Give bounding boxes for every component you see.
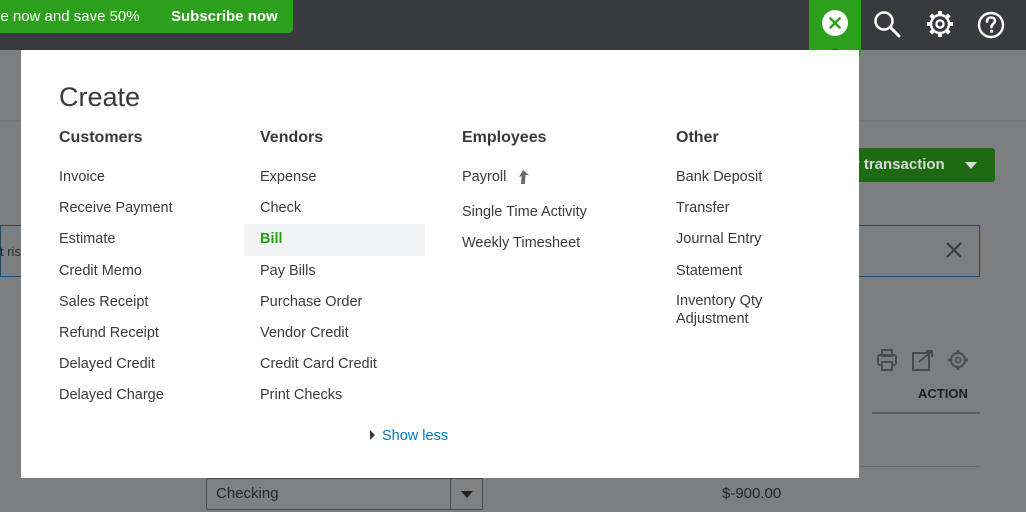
create-receive-payment-link[interactable]: Receive Payment: [59, 193, 173, 224]
column-heading-customers: Customers: [59, 129, 143, 146]
create-credit-card-credit-link[interactable]: Credit Card Credit: [260, 349, 425, 380]
create-bill-link[interactable]: Bill: [244, 224, 425, 256]
account-select-value: Checking: [216, 485, 279, 502]
row-divider: [860, 466, 980, 467]
close-create-menu-tab[interactable]: [809, 0, 861, 55]
chevron-down-icon: [965, 162, 977, 169]
create-statement-link[interactable]: Statement: [676, 256, 796, 287]
action-column-header: ACTION: [918, 386, 968, 401]
create-invoice-link[interactable]: Invoice: [59, 162, 173, 193]
create-check-link[interactable]: Check: [260, 193, 425, 224]
create-menu-modal: Create Customers Invoice Receive Payment…: [21, 50, 859, 478]
customers-column: Customers Invoice Receive Payment Estima…: [59, 128, 173, 412]
new-transaction-label: w transaction: [848, 156, 945, 173]
create-expense-link[interactable]: Expense: [260, 162, 425, 193]
column-heading-vendors: Vendors: [260, 129, 324, 146]
create-transfer-link[interactable]: Transfer: [676, 193, 796, 224]
background-banner-text: t ris: [0, 244, 21, 259]
show-less-toggle[interactable]: Show less: [370, 428, 448, 444]
close-icon: [829, 17, 841, 29]
payroll-label: Payroll: [462, 169, 507, 185]
amount-value: $-900.00: [722, 485, 782, 502]
action-header-rule: [872, 412, 980, 414]
create-single-time-activity-link[interactable]: Single Time Activity: [462, 197, 587, 228]
create-delayed-credit-link[interactable]: Delayed Credit: [59, 349, 173, 380]
create-vendor-credit-link[interactable]: Vendor Credit: [260, 318, 425, 349]
export-icon[interactable]: [912, 350, 933, 371]
subscribe-now-button[interactable]: Subscribe now: [171, 0, 278, 33]
create-inventory-qty-adjustment-link[interactable]: Inventory Qty Adjustment: [676, 287, 796, 331]
vendors-column: Vendors Expense Check Bill Pay Bills Pur…: [244, 128, 425, 412]
create-refund-receipt-link[interactable]: Refund Receipt: [59, 318, 173, 349]
caret-right-icon: [370, 430, 375, 440]
create-credit-memo-link[interactable]: Credit Memo: [59, 256, 173, 287]
modal-title: Create: [59, 82, 141, 112]
gear-icon[interactable]: [948, 350, 968, 370]
create-print-checks-link[interactable]: Print Checks: [260, 380, 425, 411]
create-weekly-timesheet-link[interactable]: Weekly Timesheet: [462, 228, 587, 259]
gear-icon[interactable]: [924, 8, 956, 40]
top-navigation-bar: be now and save 50% Subscribe now: [0, 0, 1026, 55]
account-select-dropdown-button[interactable]: [450, 479, 482, 509]
create-payroll-link[interactable]: Payroll: [462, 162, 587, 197]
create-estimate-link[interactable]: Estimate: [59, 224, 173, 255]
create-delayed-charge-link[interactable]: Delayed Charge: [59, 380, 173, 411]
print-icon[interactable]: [877, 349, 897, 371]
create-pay-bills-link[interactable]: Pay Bills: [260, 256, 425, 287]
column-heading-other: Other: [676, 129, 719, 146]
create-journal-entry-link[interactable]: Journal Entry: [676, 224, 796, 255]
promo-text: be now and save 50%: [0, 8, 140, 25]
other-column: Other Bank Deposit Transfer Journal Entr…: [676, 128, 796, 331]
create-purchase-order-link[interactable]: Purchase Order: [260, 287, 425, 318]
payroll-upgrade-icon: [519, 170, 530, 185]
create-sales-receipt-link[interactable]: Sales Receipt: [59, 287, 173, 318]
search-icon[interactable]: [871, 8, 903, 40]
show-less-label: Show less: [382, 428, 449, 444]
background-toolbar-icons: [877, 349, 968, 371]
subscribe-promo-banner[interactable]: be now and save 50% Subscribe now: [0, 0, 293, 33]
create-bank-deposit-link[interactable]: Bank Deposit: [676, 162, 796, 193]
employees-column: Employees Payroll Single Time Activity W…: [462, 128, 587, 259]
column-heading-employees: Employees: [462, 129, 547, 146]
dismiss-banner-icon[interactable]: [944, 240, 964, 260]
help-icon[interactable]: [975, 8, 1007, 40]
close-button[interactable]: [822, 10, 848, 36]
